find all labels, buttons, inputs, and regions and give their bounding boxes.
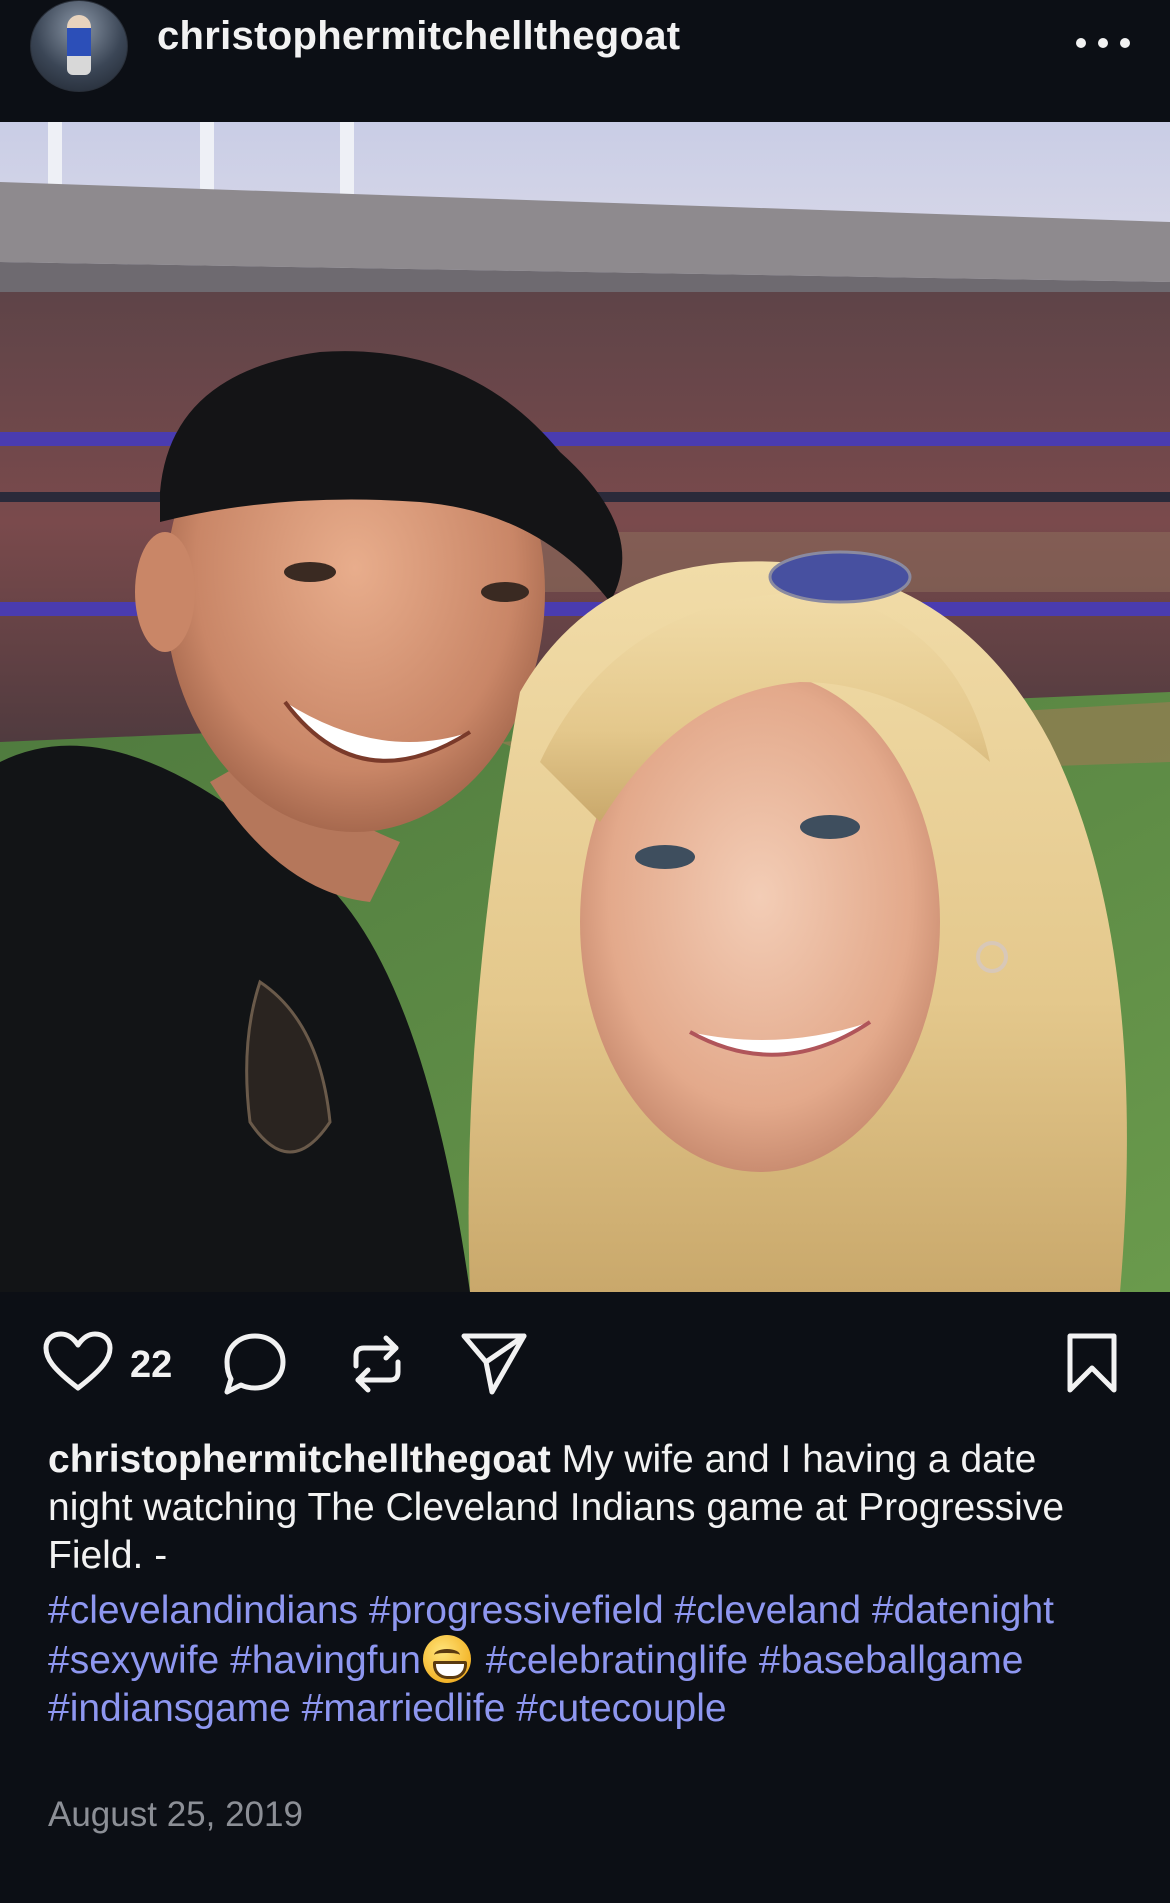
- avatar[interactable]: [30, 0, 128, 92]
- bookmark-icon[interactable]: [1062, 1330, 1122, 1396]
- like-count[interactable]: 22: [130, 1344, 172, 1387]
- paper-plane-icon[interactable]: [458, 1328, 530, 1398]
- grinning-face-emoji: [422, 1635, 471, 1683]
- repost-icon[interactable]: [344, 1330, 410, 1398]
- post-caption: christophermitchellthegoat My wife and I…: [48, 1436, 1128, 1580]
- more-options-icon[interactable]: [1076, 36, 1130, 50]
- stadium-selfie-image: [0, 122, 1170, 1292]
- comment-bubble-icon[interactable]: [220, 1330, 290, 1398]
- post-photo[interactable]: [0, 122, 1170, 1292]
- post-actions: [0, 1292, 1170, 1442]
- post-header: christophermitchellthegoat: [0, 0, 1170, 122]
- heart-icon[interactable]: [42, 1330, 114, 1394]
- hashtags: #clevelandindians #progressivefield #cle…: [48, 1587, 1138, 1733]
- post-date: August 25, 2019: [48, 1795, 303, 1834]
- avatar-figure: [67, 15, 91, 75]
- caption-username[interactable]: christophermitchellthegoat: [48, 1438, 551, 1481]
- post-username[interactable]: christophermitchellthegoat: [157, 14, 680, 59]
